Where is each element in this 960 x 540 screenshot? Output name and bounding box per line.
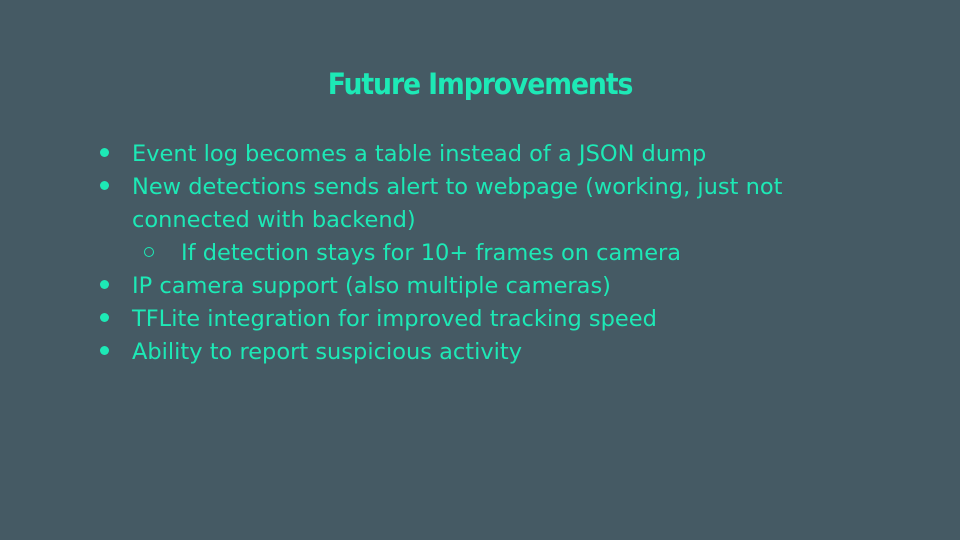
bullet-text: TFLite integration for improved tracking… xyxy=(132,306,657,332)
bullet-text: IP camera support (also multiple cameras… xyxy=(132,273,611,299)
bullet-dot-icon xyxy=(96,270,112,303)
bullet-item: IP camera support (also multiple cameras… xyxy=(88,270,888,303)
bullet-dot-icon xyxy=(96,303,112,336)
bullet-dot-icon xyxy=(96,138,112,171)
bullet-item: Event log becomes a table instead of a J… xyxy=(88,138,888,171)
bullet-text: Ability to report suspicious activity xyxy=(132,339,523,365)
bullet-text: Event log becomes a table instead of a J… xyxy=(132,141,707,167)
bullet-dot-icon xyxy=(96,171,112,204)
bullet-text: New detections sends alert to webpage (w… xyxy=(132,174,783,233)
sub-bullet-item: If detection stays for 10+ frames on cam… xyxy=(88,237,888,270)
bullet-circle-icon xyxy=(141,237,157,270)
bullet-dot-icon xyxy=(96,336,112,369)
bullet-item: New detections sends alert to webpage (w… xyxy=(88,171,888,237)
sub-bullet-text: If detection stays for 10+ frames on cam… xyxy=(181,240,682,266)
slide: Future Improvements Event log becomes a … xyxy=(0,0,960,540)
bullet-item: Ability to report suspicious activity xyxy=(88,336,888,369)
slide-title: Future Improvements xyxy=(327,67,634,101)
bullet-list: Event log becomes a table instead of a J… xyxy=(88,138,888,369)
bullet-item: TFLite integration for improved tracking… xyxy=(88,303,888,336)
